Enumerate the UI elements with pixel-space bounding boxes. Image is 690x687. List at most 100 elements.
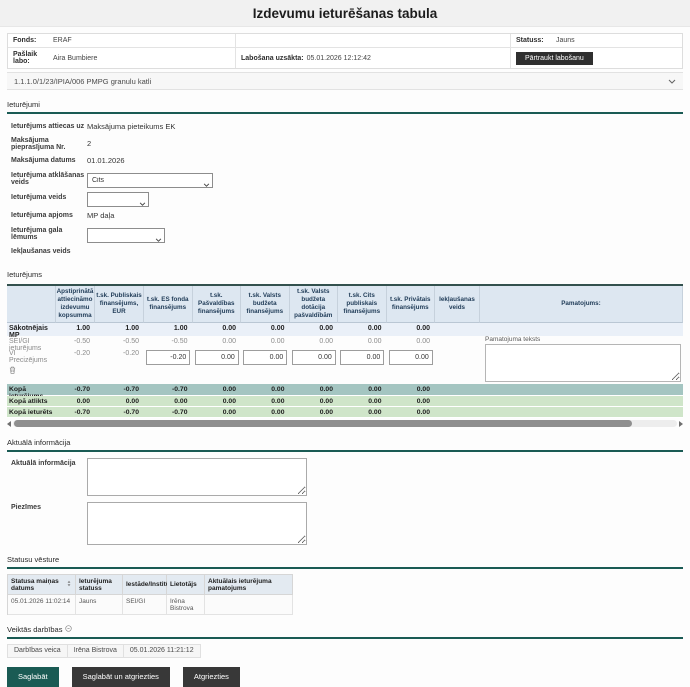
labosana-label: Labošana uzsākta:: [241, 55, 304, 62]
apjoms-value: MP daļa: [87, 211, 114, 220]
table-cell: 0.00: [338, 396, 387, 407]
vi-dotacija-input[interactable]: [292, 350, 336, 365]
pamatojums-textarea[interactable]: [485, 344, 681, 382]
table-cell: -0.50: [56, 336, 95, 348]
table-cell: [435, 323, 480, 336]
trash-icon[interactable]: [9, 366, 16, 376]
table-cell: -0.70: [95, 407, 144, 418]
field-pieprasijuma-nr: Maksājuma pieprasījuma Nr. 2: [7, 135, 683, 152]
row-label: SEI/GI ieturējums: [7, 336, 56, 348]
table-header-cell: t.sk. Cits publiskais finansējums: [338, 286, 387, 323]
status-badge: Jauns: [556, 37, 575, 44]
section-veiktas-darbibas-title: Veiktās darbības: [7, 625, 683, 639]
fonds-label: Fonds:: [13, 37, 53, 44]
pieprasijuma-label: Maksājuma pieprasījuma Nr.: [7, 137, 87, 151]
atgriezties-button[interactable]: Atgriezties: [183, 667, 240, 687]
table-cell: 0.00: [95, 396, 144, 407]
table-cell: 0.00: [387, 323, 436, 336]
field-apjoms: Ieturējuma apjoms MP daļa: [7, 207, 683, 224]
sv-header-cell: Aktuālais ieturējuma pamatojums: [205, 575, 293, 595]
project-title: 1.1.1.0/1/23/IPIA/006 PMPG granulu katli: [14, 77, 151, 86]
field-ieturejuma-veids: Ieturējuma veids: [7, 188, 683, 207]
vi-privatais-input[interactable]: [389, 350, 433, 365]
table-cell: [480, 407, 683, 418]
footer-actions: Saglabāt Saglabāt un atgriezties Atgriez…: [7, 667, 683, 687]
chevron-down-icon[interactable]: [668, 79, 676, 84]
horizontal-scrollbar: [7, 419, 683, 428]
partraukt-cell: Pārtraukt labošanu: [511, 48, 682, 68]
vi-pasvaldibas-input[interactable]: [195, 350, 239, 365]
paslaik-labo-label: Pašlaik labo:: [13, 51, 53, 65]
table-cell: [435, 348, 480, 384]
saglabat-button[interactable]: Saglabāt: [7, 667, 59, 687]
partraukt-labosanu-button[interactable]: Pārtraukt labošanu: [516, 52, 593, 65]
sv-header-cell[interactable]: Statusa maiņas datums: [8, 575, 76, 595]
statusu-vesture-table: Statusa maiņas datums Ieturējuma statuss…: [7, 574, 293, 615]
field-atklasanas-veids: Ieturējuma atklāšanas veids Cits: [7, 169, 683, 188]
table-cell: 0.00: [144, 396, 193, 407]
row-label: Kopā ieturējums: [7, 384, 56, 396]
table-cell: -0.70: [95, 384, 144, 396]
vi-input-cell: [338, 348, 387, 384]
table-cell: -0.50: [144, 336, 193, 348]
scroll-left-arrow-icon[interactable]: [7, 421, 11, 427]
expand-circle-icon[interactable]: [65, 625, 72, 634]
table-cell: 1.00: [144, 323, 193, 336]
table-header-cell: t.sk. Valsts budžeta dotācija pašvaldībā…: [290, 286, 339, 323]
table-cell: -0.50: [95, 336, 144, 348]
pamatojuma-teksts-label: Pamatojuma teksts: [485, 336, 681, 343]
gala-lemums-select[interactable]: [87, 228, 165, 243]
scrollbar-thumb[interactable]: [14, 420, 632, 427]
info-panel: Fonds: ERAF Statuss: Jauns Pašlaik labo:…: [7, 33, 683, 69]
info-spacer: [236, 34, 511, 48]
table-header-cell: t.sk. Publiskais finansējums, EUR: [95, 286, 144, 323]
table-cell: [480, 396, 683, 407]
sort-icon[interactable]: [66, 580, 72, 589]
fonds-field: Fonds: ERAF: [8, 34, 236, 48]
scrollbar-track[interactable]: [13, 420, 677, 427]
field-maksajuma-datums: Maksājuma datums 01.01.2026: [7, 152, 683, 169]
vi-input-cell: [290, 348, 339, 384]
field-aktuala-informacija: Aktuālā informācija: [7, 458, 683, 496]
table-header-cell: t.sk. ES fonda finansējums: [144, 286, 193, 323]
vi-input-cell: [387, 348, 436, 384]
table-header-cell: Apstiprinātā attiecināmo izdevumu kopsum…: [56, 286, 95, 323]
table-cell: [435, 407, 480, 418]
table-cell: 0.00: [338, 323, 387, 336]
aktuala-informacija-textarea[interactable]: [87, 458, 307, 496]
details-form: Ieturējums attiecas uz Maksājuma pieteik…: [7, 118, 683, 260]
table-header-cell: [7, 286, 56, 323]
table-cell: 0.00: [290, 407, 339, 418]
table-cell: [480, 323, 683, 336]
saglabat-un-atgriezties-button[interactable]: Saglabāt un atgriezties: [72, 667, 170, 687]
vi-es-fonda-input[interactable]: [146, 350, 190, 365]
vi-cits-publiskais-input[interactable]: [340, 350, 384, 365]
project-collapse-bar[interactable]: 1.1.1.0/1/23/IPIA/006 PMPG granulu katli: [7, 72, 683, 90]
paslaik-labo-field: Pašlaik labo: Aira Bumbiere: [8, 48, 236, 68]
table-cell: 0.00: [241, 323, 290, 336]
table-cell: 0.00: [387, 396, 436, 407]
table-cell: [435, 336, 480, 348]
section-statusu-vesture-title: Statusu vēsture: [7, 555, 683, 569]
sv-cell: Jauns: [76, 595, 123, 615]
table-cell: 0.00: [338, 336, 387, 348]
table-cell: -0.70: [56, 384, 95, 396]
pamatojums-cell: Pamatojuma teksts: [480, 336, 683, 384]
table-cell: 0.00: [193, 336, 242, 348]
piezimes-textarea[interactable]: [87, 502, 307, 545]
aktuala-informacija-label: Aktuālā informācija: [7, 458, 87, 496]
table-cell: 0.00: [241, 407, 290, 418]
table-cell: 0.00: [56, 396, 95, 407]
field-ieklausanas-veids: Iekļaušanas veids: [7, 243, 683, 260]
vi-valsts-budzeta-input[interactable]: [243, 350, 287, 365]
gala-lemums-label: Ieturējuma gala lēmums: [7, 227, 87, 241]
ieturejuma-veids-select[interactable]: [87, 192, 149, 207]
ieturejums-table: Apstiprinātā attiecināmo izdevumu kopsum…: [7, 284, 683, 418]
scroll-right-arrow-icon[interactable]: [679, 421, 683, 427]
atklasanas-veids-select[interactable]: Cits: [87, 173, 213, 188]
table-cell: [435, 384, 480, 396]
table-cell: [435, 396, 480, 407]
veiktas-darbibas-row: Darbības veica Irēna Bistrova 05.01.2026…: [7, 644, 201, 658]
vd-cell: 05.01.2026 11:21:12: [124, 645, 200, 657]
table-cell: 0.00: [193, 323, 242, 336]
